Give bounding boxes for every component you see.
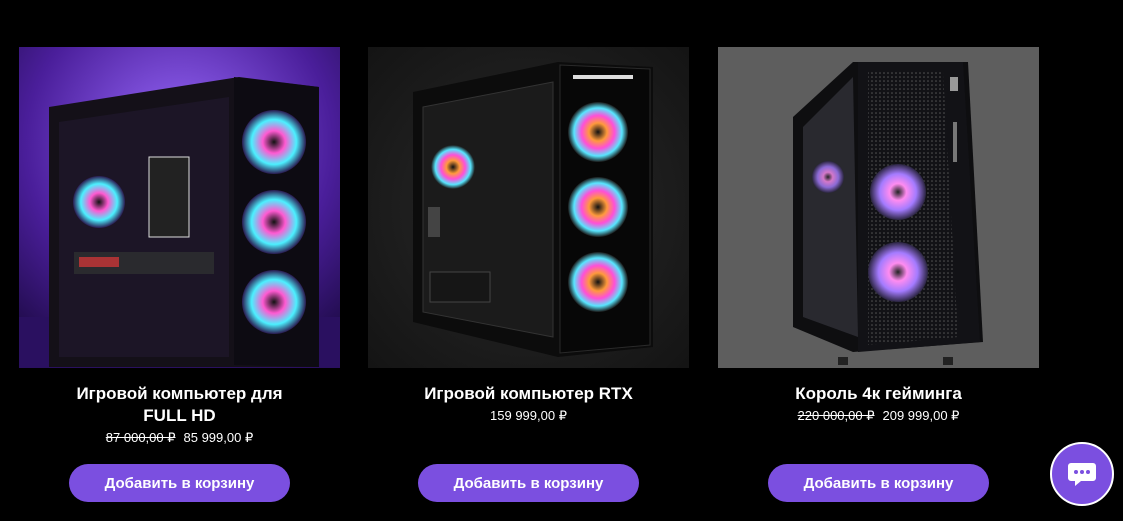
product-image[interactable] — [19, 47, 340, 368]
current-price: 85 999,00 ₽ — [183, 430, 254, 445]
gaming-pc-purple-image — [19, 47, 340, 368]
product-card: Игровой компьютер для FULL HD 87 000,00 … — [19, 47, 340, 502]
product-prices: 159 999,00 ₽ — [368, 408, 689, 424]
current-price: 159 999,00 ₽ — [490, 408, 567, 423]
product-title[interactable]: Игровой компьютер RTX — [368, 383, 689, 405]
product-image[interactable] — [718, 47, 1039, 368]
old-price: 87 000,00 ₽ — [105, 430, 176, 445]
product-card: Король 4к гейминга 220 000,00 ₽ 209 999,0… — [718, 47, 1039, 502]
product-prices: 220 000,00 ₽ 209 999,00 ₽ — [718, 408, 1039, 424]
add-to-cart-button[interactable]: Добавить в корзину — [418, 464, 639, 502]
chat-bubble-icon — [1068, 463, 1096, 486]
product-title[interactable]: Игровой компьютер для FULL HD — [19, 383, 340, 427]
current-price: 209 999,00 ₽ — [882, 408, 960, 423]
old-price: 220 000,00 ₽ — [797, 408, 875, 423]
product-image[interactable] — [368, 47, 689, 368]
product-prices: 87 000,00 ₽ 85 999,00 ₽ — [19, 430, 340, 446]
product-title[interactable]: Король 4к гейминга — [718, 383, 1039, 405]
chat-widget-button[interactable] — [1050, 442, 1114, 506]
gaming-pc-black-image — [368, 47, 689, 368]
add-to-cart-button[interactable]: Добавить в корзину — [768, 464, 989, 502]
gaming-pc-mesh-image — [718, 47, 1039, 368]
add-to-cart-button[interactable]: Добавить в корзину — [69, 464, 290, 502]
product-card: Игровой компьютер RTX 159 999,00 ₽ Добав… — [368, 47, 689, 502]
